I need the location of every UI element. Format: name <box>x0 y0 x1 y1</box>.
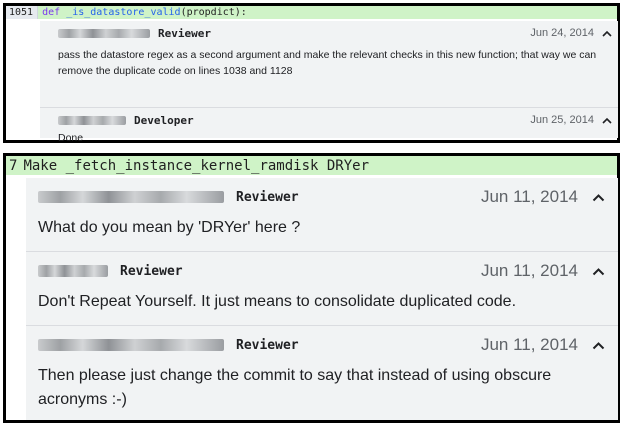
comment-role: Reviewer <box>236 189 299 205</box>
comment-thread: Reviewer Jun 11, 2014 What do you mean b… <box>26 178 618 420</box>
comment-date: Jun 25, 2014 <box>530 114 594 126</box>
comment-text: pass the datastore regex as a second arg… <box>58 49 597 77</box>
comment-date: Jun 11, 2014 <box>480 261 578 280</box>
line-number: 1051 <box>6 6 39 19</box>
line-number: 7 <box>9 157 18 174</box>
chevron-up-icon[interactable] <box>588 252 608 290</box>
code-function-name: _is_datastore_valid <box>66 7 181 18</box>
comment-thread: Reviewer Jun 24, 2014 pass the datastore… <box>40 21 618 144</box>
chevron-up-icon[interactable] <box>600 21 614 45</box>
comment-header[interactable]: Reviewer Jun 24, 2014 <box>40 21 618 45</box>
comment-header[interactable]: Reviewer Jun 11, 2014 <box>26 178 618 216</box>
comment: Reviewer Jun 11, 2014 What do you mean b… <box>26 178 618 252</box>
author-name-redacted <box>38 191 224 203</box>
comment-role: Reviewer <box>158 26 211 40</box>
code-review-panel-2: 7 Make _fetch_instance_kernel_ramdisk DR… <box>3 153 620 423</box>
author-name-redacted <box>38 339 224 351</box>
comment-header[interactable]: Developer Jun 25, 2014 <box>40 108 618 132</box>
chevron-up-icon[interactable] <box>588 326 608 364</box>
comment: Developer Jun 25, 2014 Done <box>40 108 618 144</box>
code-review-panel-1: 1051 def _is_datastore_valid(propdict): … <box>3 3 620 144</box>
code-text: Make _fetch_instance_kernel_ramdisk DRYe… <box>23 157 370 174</box>
author-name-redacted <box>58 115 126 125</box>
comment-date: Jun 11, 2014 <box>480 335 578 354</box>
comment-date: Jun 24, 2014 <box>530 27 594 39</box>
comment-text: Then please just change the commit to sa… <box>38 367 552 408</box>
code-text: def _is_datastore_valid(propdict): <box>38 7 247 18</box>
code-line: 7 Make _fetch_instance_kernel_ramdisk DR… <box>6 156 617 175</box>
chevron-up-icon[interactable] <box>588 178 608 216</box>
comment-text: Don't Repeat Yourself. It just means to … <box>38 293 517 310</box>
code-args: (propdict): <box>180 7 247 18</box>
comment-date: Jun 11, 2014 <box>480 187 578 206</box>
author-name-redacted <box>58 28 150 38</box>
comment: Reviewer Jun 24, 2014 pass the datastore… <box>40 21 618 108</box>
comment: Reviewer Jun 11, 2014 Don't Repeat Yours… <box>26 252 618 326</box>
comment-role: Reviewer <box>120 263 183 279</box>
comment: Reviewer Jun 11, 2014 Then please just c… <box>26 326 618 420</box>
chevron-up-icon[interactable] <box>600 108 614 132</box>
comment-role: Reviewer <box>236 337 299 353</box>
comment-text: What do you mean by 'DRYer' here ? <box>38 219 301 236</box>
comment-header[interactable]: Reviewer Jun 11, 2014 <box>26 252 618 290</box>
code-keyword: def <box>42 7 61 18</box>
comment-role: Developer <box>134 113 194 127</box>
comment-header[interactable]: Reviewer Jun 11, 2014 <box>26 326 618 364</box>
author-name-redacted <box>38 265 108 277</box>
code-line: 1051 def _is_datastore_valid(propdict): <box>6 6 617 19</box>
